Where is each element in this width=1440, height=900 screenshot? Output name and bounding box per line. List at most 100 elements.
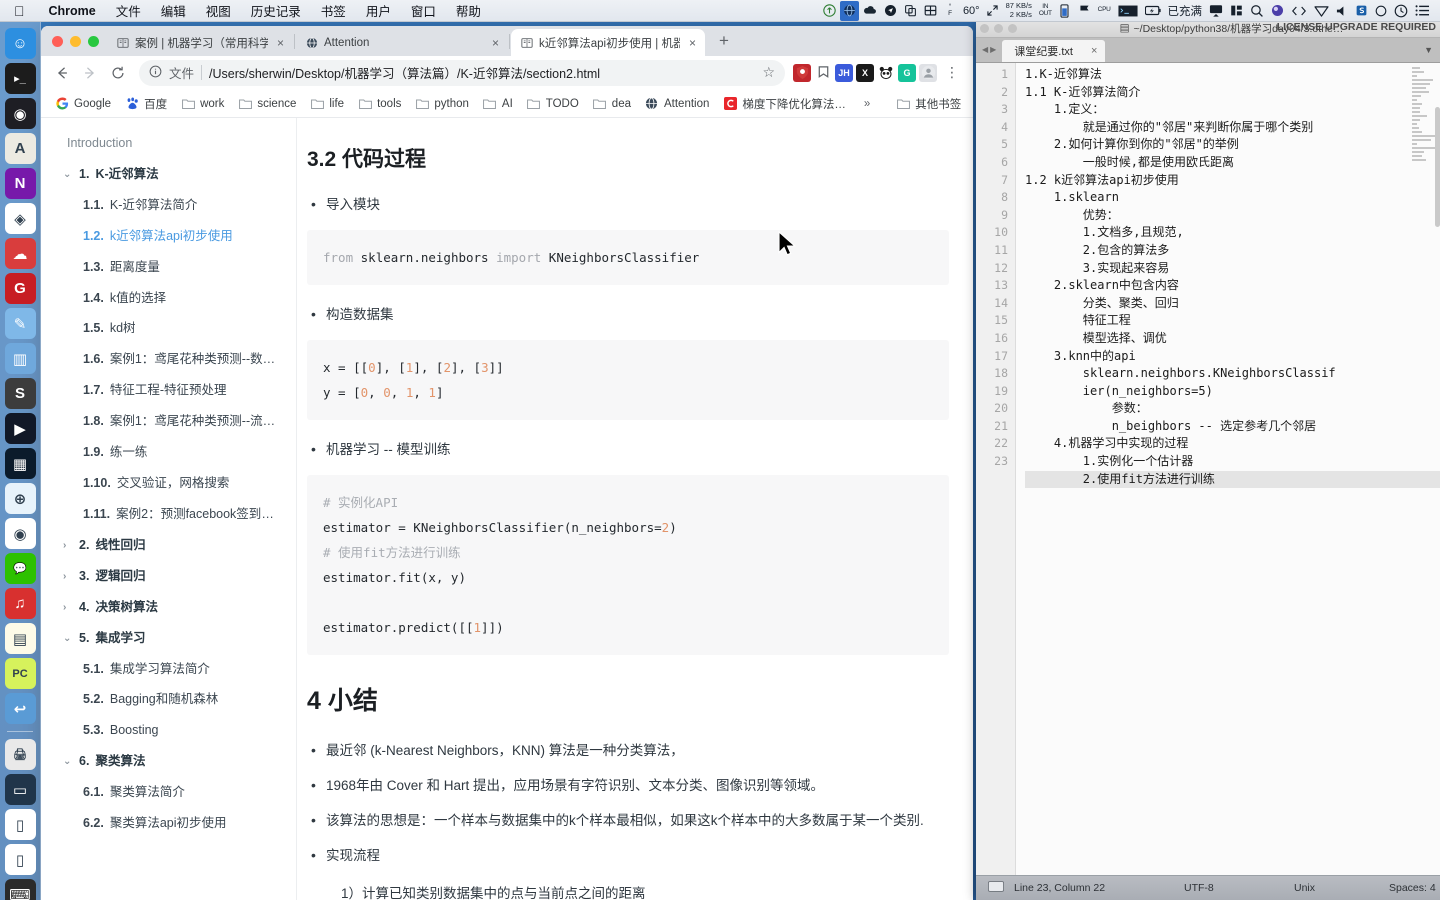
editor-line[interactable]: 1.2 k近邻算法api初步使用 xyxy=(1025,172,1440,190)
book-sidebar-nav[interactable]: Introduction ⌄ 1. K-近邻算法 1.1. K-近邻算法简介 1.2. k近邻… xyxy=(41,118,297,900)
globe-icon[interactable] xyxy=(839,0,859,21)
editor-line[interactable]: 1.K-近邻算法 xyxy=(1025,66,1440,84)
editor-line[interactable]: 特征工程 xyxy=(1025,312,1440,330)
address-bar[interactable]: 文件 /Users/sherwin/Desktop/机器学习（算法篇）/K-近邻… xyxy=(139,59,785,86)
editor-line[interactable]: 3.实现起来容易 xyxy=(1025,260,1440,278)
browser-menu-button[interactable]: ⋮ xyxy=(939,60,965,86)
sidebar-item-6-1[interactable]: 6.1. 聚类算法简介 xyxy=(41,777,296,808)
sidebar-item-5[interactable]: ⌄ 5. 集成学习 xyxy=(41,623,296,654)
editor-tab-nav-buttons[interactable]: ◀ ▶ xyxy=(976,37,1002,62)
editor-line[interactable]: 1.sklearn xyxy=(1025,189,1440,207)
menu-item-view[interactable]: 视图 xyxy=(196,1,241,20)
dock-item-pycharm[interactable]: PC xyxy=(4,658,36,689)
minimize-window-button[interactable] xyxy=(70,35,81,47)
list-menu-icon[interactable] xyxy=(1412,1,1433,21)
dock-item-print-queue[interactable]: 🖨 xyxy=(4,739,36,770)
forward-button[interactable] xyxy=(77,60,103,86)
dock-item-sublime-text[interactable]: S xyxy=(4,378,36,409)
upload-arrow-icon[interactable] xyxy=(820,1,839,21)
jupyter-icon[interactable]: JH xyxy=(835,63,853,82)
editor-tab-active[interactable]: 课堂纪要.txt × xyxy=(1002,40,1106,62)
editor-line[interactable]: 模型选择、调优 xyxy=(1025,330,1440,348)
bookmarks-overflow-button[interactable]: » xyxy=(856,98,878,110)
editor-line[interactable]: sklearn.neighbors.KNeighborsClassif xyxy=(1025,365,1440,383)
menu-item-bookmarks[interactable]: 书签 xyxy=(311,1,356,20)
sidebar-item-1-2[interactable]: 1.2. k近邻算法api初步使用 xyxy=(41,221,296,252)
bookmark-science[interactable]: science xyxy=(232,94,302,114)
code-brackets-icon[interactable] xyxy=(1288,1,1310,21)
snipaste-icon[interactable] xyxy=(1352,1,1371,21)
layout-icon[interactable] xyxy=(1227,1,1246,21)
chevron-down-icon[interactable]: ⌄ xyxy=(63,166,73,183)
sidebar-item-1-1[interactable]: 1.1. K-近邻算法简介 xyxy=(41,190,296,221)
menu-item-profiles[interactable]: 用户 xyxy=(356,1,401,20)
bookmark-star-icon[interactable]: ☆ xyxy=(762,64,775,81)
dock-item-gitee[interactable]: G xyxy=(4,273,36,304)
editor-line[interactable]: 2.如何计算你到你的"邻居"的举例 xyxy=(1025,136,1440,154)
page-info-icon[interactable] xyxy=(149,65,162,81)
bookmark-tools[interactable]: tools xyxy=(352,94,407,114)
line-ending-label[interactable]: Unix xyxy=(1294,882,1389,894)
reload-button[interactable] xyxy=(105,60,131,86)
terminal-monitor-icon[interactable] xyxy=(1115,1,1141,21)
battery-bar-icon[interactable] xyxy=(1056,1,1074,21)
avatar-icon[interactable] xyxy=(919,63,937,82)
editor-maximize-button[interactable] xyxy=(1008,23,1017,33)
editor-line[interactable]: 参数： xyxy=(1025,400,1440,418)
copy-icon[interactable] xyxy=(901,1,920,21)
xmind-icon[interactable]: X xyxy=(856,63,874,82)
browser-icon[interactable] xyxy=(1268,1,1287,21)
editor-line[interactable]: n_beighbors -- 选定参考几个邻居 xyxy=(1025,418,1440,436)
apple-logo-icon[interactable]:  xyxy=(14,3,25,19)
chevron-right-icon[interactable]: › xyxy=(63,568,73,585)
dock-item-matlab[interactable]: ▦ xyxy=(4,448,36,479)
sidebar-item-1-4[interactable]: 1.4. k值的选择 xyxy=(41,283,296,314)
sidebar-item-2[interactable]: › 2. 线性回归 xyxy=(41,530,296,561)
cursor-position-label[interactable]: Line 23, Column 22 xyxy=(1014,882,1184,894)
dock-item-obs-studio[interactable]: ◉ xyxy=(4,98,36,129)
dock-item-media-player[interactable]: ▶ xyxy=(4,413,36,444)
sidebar-item-5-2[interactable]: 5.2. Bagging和随机森林 xyxy=(41,684,296,715)
editor-line[interactable]: ier(n_neighbors=5) xyxy=(1025,383,1440,401)
editor-close-button[interactable] xyxy=(980,23,989,33)
close-icon[interactable]: × xyxy=(274,36,287,50)
bookmark-梯度下降优化算法…[interactable]: 梯度下降优化算法… xyxy=(717,93,852,115)
airplay-icon[interactable] xyxy=(1206,1,1226,21)
sidebar-item-1-10[interactable]: 1.10. 交叉验证，网格搜索 xyxy=(41,468,296,499)
dock-item-screenshot-app[interactable]: ▭ xyxy=(4,774,36,805)
chevron-down-icon[interactable]: ⌄ xyxy=(63,753,73,770)
editor-line[interactable]: 2.sklearn中包含内容 xyxy=(1025,277,1440,295)
menu-item-file[interactable]: 文件 xyxy=(106,1,151,20)
cloud-icon[interactable] xyxy=(860,1,880,21)
search-icon[interactable] xyxy=(1247,1,1267,21)
dock-item-terminal[interactable]: ▸_ xyxy=(4,63,36,94)
dock-item-wechat[interactable]: 💬 xyxy=(4,553,36,584)
chevron-down-icon[interactable]: ▼ xyxy=(1424,45,1433,55)
menu-item-history[interactable]: 历史记录 xyxy=(241,1,311,20)
editor-scrollbar[interactable] xyxy=(1435,107,1440,227)
grammarly-icon[interactable]: G xyxy=(898,63,916,82)
sidebar-item-1-9[interactable]: 1.9. 练一练 xyxy=(41,437,296,468)
chevron-right-icon[interactable]: ▶ xyxy=(990,45,996,54)
close-icon[interactable]: × xyxy=(1091,45,1097,57)
menu-item-chrome[interactable]: Chrome xyxy=(39,4,106,18)
dock-item-parallels-desktop[interactable]: ▥ xyxy=(4,343,36,374)
panda-icon[interactable] xyxy=(877,63,895,82)
editor-status-icon[interactable] xyxy=(976,881,1014,895)
dock-item-sogou-input[interactable]: ◈ xyxy=(4,203,36,234)
browser-tab-1[interactable]: 案例 | 机器学习（常用科学计算 × xyxy=(107,29,293,56)
location-pin-icon[interactable] xyxy=(881,1,900,21)
close-window-button[interactable] xyxy=(52,35,63,47)
sidebar-item-1-3[interactable]: 1.3. 距离度量 xyxy=(41,252,296,283)
editor-line[interactable]: 1.1 K-近邻算法简介 xyxy=(1025,84,1440,102)
close-icon[interactable]: × xyxy=(686,36,699,50)
sidebar-item-1-7[interactable]: 1.7. 特征工程-特征预处理 xyxy=(41,375,296,406)
editor-line[interactable]: 优势： xyxy=(1025,207,1440,225)
pocket-icon[interactable] xyxy=(814,64,832,82)
sidebar-item-1-8[interactable]: 1.8. 案例1：鸢尾花种类预测--流程… xyxy=(41,406,296,437)
dock-item-document-1[interactable]: ▯ xyxy=(4,809,36,840)
resize-icon[interactable] xyxy=(984,1,1002,21)
dock-item-netease-music[interactable]: ♫ xyxy=(4,588,36,619)
bookmark-life[interactable]: life xyxy=(304,94,350,114)
editor-source-lines[interactable]: 1.K-近邻算法 1.1 K-近邻算法简介 1.定义： 就是通过你的"邻居"来判断… xyxy=(1016,63,1440,875)
